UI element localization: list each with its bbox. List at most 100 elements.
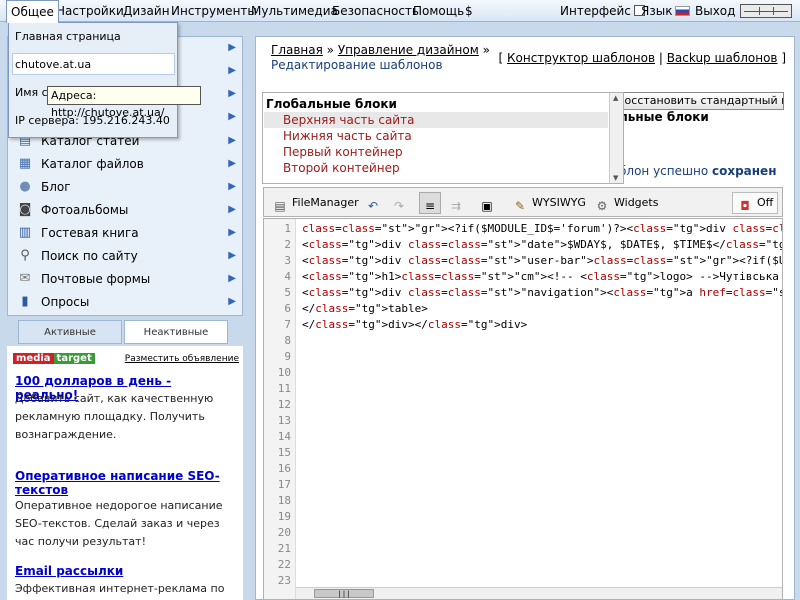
scroll-thumb[interactable]: |||	[314, 589, 374, 598]
wysiwyg-icon: ✎	[514, 199, 526, 213]
sidebar-item-mailforms[interactable]: ✉ Почтовые формы ▶	[14, 268, 238, 290]
tab-inactive[interactable]: Неактивные	[124, 320, 228, 344]
block-option[interactable]: Верхняя часть сайта	[283, 113, 414, 127]
line-number: 6	[284, 302, 291, 315]
line-number: 23	[277, 574, 291, 587]
global-blocks-header: Глобальные блоки	[266, 97, 397, 111]
ad-text: Оперативное недорогое написание SEO-текс…	[15, 499, 223, 548]
arrow-right-icon: ▶	[228, 135, 236, 146]
book-icon: ▥	[18, 225, 32, 240]
section-title: льные блоки	[619, 110, 709, 124]
filemanager-button[interactable]: ▤ FileManager	[267, 192, 364, 214]
code-line[interactable]: </class="tg">div></class="tg">div>	[302, 318, 527, 331]
arrow-right-icon: ▶	[228, 65, 236, 76]
breadcrumb-home[interactable]: Главная	[271, 43, 323, 57]
arrow-right-icon: ▶	[228, 204, 236, 215]
menu-general[interactable]: Общее	[6, 0, 59, 23]
poll-icon: ▮	[21, 294, 29, 309]
arrow-right-icon: ▶	[228, 227, 236, 238]
restore-default-button[interactable]: Восстановить стандартный шаблон	[616, 92, 784, 110]
global-blocks-list: Глобальные блоки Верхняя часть сайта Ниж…	[262, 92, 624, 184]
camera-icon: ◙	[18, 202, 32, 217]
line-number: 22	[277, 558, 291, 571]
dropdown-site-link[interactable]: chutove.at.ua	[15, 58, 91, 71]
language-selector[interactable]: Язык	[637, 0, 694, 22]
sidebar-item-polls[interactable]: ▮ Опросы ▶	[14, 291, 238, 313]
menu-settings[interactable]: Настройки	[52, 0, 128, 22]
dropdown-home[interactable]: Главная страница	[15, 30, 121, 43]
line-number: 10	[277, 366, 291, 379]
mail-icon: ✉	[19, 271, 31, 286]
horizontal-scrollbar[interactable]: |||	[296, 587, 782, 599]
line-number: 20	[277, 526, 291, 539]
template-links: [ Конструктор шаблонов | Backup шаблонов…	[498, 51, 786, 65]
gear-icon: ⚙	[596, 199, 608, 213]
sidebar-item-files[interactable]: ▦ Каталог файлов ▶	[14, 153, 238, 175]
line-numbers-button[interactable]: ≡	[419, 192, 441, 214]
breadcrumb-design[interactable]: Управление дизайном	[338, 43, 479, 57]
breadcrumb: Главная » Управление дизайном » Редактир…	[271, 43, 490, 72]
code-line[interactable]: <class="tg">div class=class="st">"user-b…	[302, 254, 782, 267]
line-number: 8	[284, 334, 291, 347]
ad-title[interactable]: Email рассылки	[15, 564, 235, 578]
line-number: 15	[277, 446, 291, 459]
sidebar-item-photos[interactable]: ◙ Фотоальбомы ▶	[14, 199, 238, 221]
module-tabs: Активные Неактивные	[18, 320, 228, 344]
wrap-button[interactable]: ⇉	[445, 192, 467, 214]
off-button[interactable]: ◘ Off	[732, 192, 779, 214]
ad-title[interactable]: Оперативное написание SEO-текстов	[15, 469, 235, 497]
code-line[interactable]: <class="tg">div class=class="st">"date">…	[302, 238, 782, 251]
logout-link[interactable]: Выход	[691, 0, 739, 22]
widgets-button[interactable]: ⚙ Widgets	[589, 192, 663, 214]
menu-help[interactable]: Помощь	[409, 0, 468, 22]
redo-button[interactable]: ↷	[388, 192, 410, 214]
code-line[interactable]: </class="tg">table>	[302, 302, 428, 315]
block-option[interactable]: Нижняя часть сайта	[283, 129, 412, 143]
block-option[interactable]: Первый контейнер	[283, 145, 403, 159]
menu-dollar[interactable]: $	[461, 0, 477, 22]
sidebar-item-blog[interactable]: ● Блог ▶	[14, 176, 238, 198]
arrow-right-icon: ▶	[228, 250, 236, 261]
menu-design[interactable]: Дизайн	[119, 0, 174, 22]
files-icon: ▦	[18, 156, 32, 171]
ad-text: Эффективная интернет-реклама по	[15, 582, 225, 595]
code-line[interactable]: <class="tg">h1>class=class="st">"cm"><!-…	[302, 270, 782, 283]
page-title: Редактирование шаблонов	[271, 58, 443, 72]
sidebar-item-guestbook[interactable]: ▥ Гостевая книга ▶	[14, 222, 238, 244]
line-number: 12	[277, 398, 291, 411]
ad-text: Добавить сайт, как качественную рекламну…	[15, 392, 214, 441]
line-number: 17	[277, 478, 291, 491]
line-number: 19	[277, 510, 291, 523]
save-status: блон успешно сохранен	[619, 164, 777, 178]
backup-link[interactable]: Backup шаблонов	[667, 51, 778, 65]
sidebar-item-search[interactable]: ⚲ Поиск по сайту ▶	[14, 245, 238, 267]
format-button[interactable]: ▣	[476, 192, 498, 214]
line-number: 18	[277, 494, 291, 507]
code-line[interactable]: class=class="st">"gr"><?if($MODULE_ID$='…	[302, 222, 782, 235]
code-editor[interactable]: 1 2 3 4 5 6 7 8 9 10 11 12 13 14 15 16 17 18 19 20 21 22 23 cl…	[263, 218, 783, 600]
place-ad-link[interactable]: Разместить объявление	[125, 354, 239, 364]
russian-flag-icon	[675, 6, 691, 16]
constructor-link[interactable]: Конструктор шаблонов	[507, 51, 655, 65]
block-option[interactable]: Второй контейнер	[283, 161, 400, 175]
wrap-icon: ⇉	[450, 199, 462, 213]
arrow-right-icon: ▶	[228, 273, 236, 284]
language-label: Язык	[641, 4, 673, 18]
arrow-right-icon: ▶	[228, 88, 236, 99]
list-scrollbar[interactable]	[609, 93, 623, 183]
line-number: 13	[277, 414, 291, 427]
line-number: 11	[277, 382, 291, 395]
address-tooltip: Адреса: http://chutove.at.ua/	[47, 86, 201, 119]
line-number: 16	[277, 462, 291, 475]
size-slider[interactable]	[740, 4, 792, 18]
template-editor-panel: Главная » Управление дизайном » Редактир…	[255, 36, 795, 600]
arrow-right-icon: ▶	[228, 296, 236, 307]
list-icon: ≡	[424, 199, 436, 213]
redo-icon: ↷	[393, 199, 405, 213]
arrow-right-icon: ▶	[228, 181, 236, 192]
undo-button[interactable]: ↶	[362, 192, 384, 214]
tab-active[interactable]: Активные	[18, 320, 122, 344]
code-line[interactable]: <class="tg">div class=class="st">"naviga…	[302, 286, 782, 299]
interface-toggle[interactable]: Интерфейс	[556, 0, 649, 22]
wysiwyg-button[interactable]: ✎ WYSIWYG	[507, 192, 591, 214]
